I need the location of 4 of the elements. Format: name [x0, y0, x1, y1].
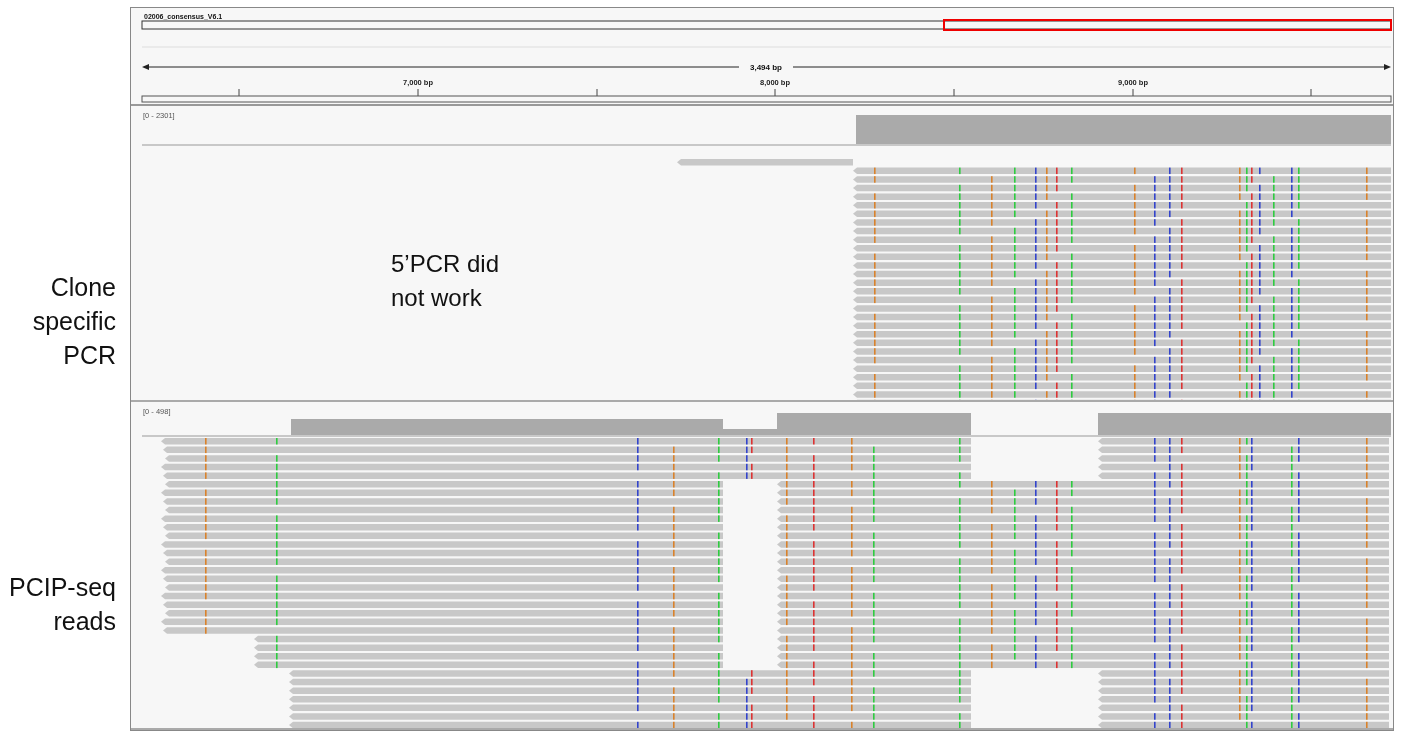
track-label: Clone specific PCR — [31, 272, 116, 371]
span-length: 3,494 bp — [750, 63, 782, 72]
track-label: PCIP-seq reads — [8, 572, 116, 637]
annotation-text: 5’PCR did not work — [391, 249, 501, 313]
